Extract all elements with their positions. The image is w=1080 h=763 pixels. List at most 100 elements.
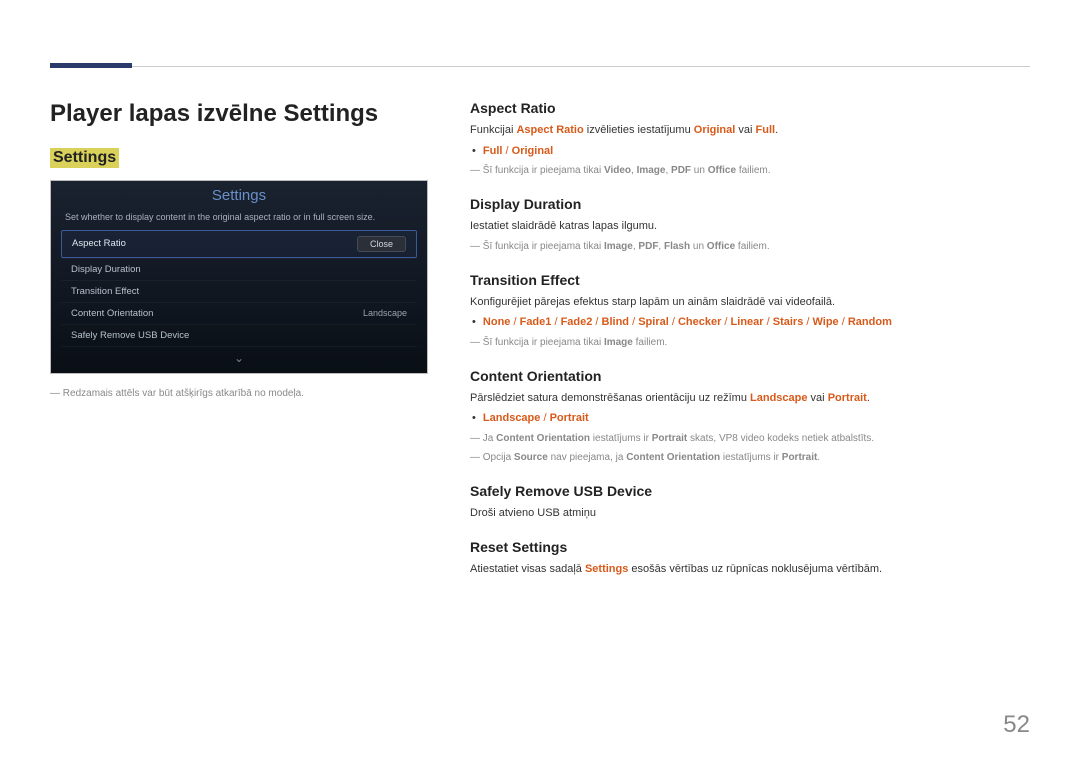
mock-row-label: Display Duration [71,264,141,275]
page-title: Player lapas izvēlne Settings [50,100,430,128]
text: nav pieejama, ja [548,452,626,463]
option-wipe: Wipe [812,316,838,328]
option-spiral: Spiral [638,316,669,328]
option-blind: Blind [602,316,630,328]
separator: / [629,316,638,328]
mock-row-transition-effect: Transition Effect [61,280,417,302]
term-image: Image [604,337,633,348]
term-image: Image [637,165,666,176]
separator: / [551,316,560,328]
content-orientation-description: Pārslēdziet satura demonstrēšanas orient… [470,390,1030,407]
option-full: Full [483,145,503,157]
reset-settings-description: Atiestatiet visas sadaļā Settings esošās… [470,561,1030,578]
text: Šī funkcija ir pieejama tikai [483,337,604,348]
text: . [867,392,870,404]
term-portrait: Portrait [652,433,688,444]
text: iestatījums ir [720,452,782,463]
content-orientation-note-1: Ja Content Orientation iestatījums ir Po… [470,431,1030,446]
text: izvēlieties iestatījumu [584,124,694,136]
mock-row-aspect-ratio: Aspect Ratio Close [61,230,417,258]
section-heading-settings: Settings [50,148,119,168]
mock-row-content-orientation: Content Orientation Landscape [61,302,417,324]
top-accent-bar [50,63,132,68]
term-pdf: PDF [638,241,658,252]
right-column: Aspect Ratio Funkcijai Aspect Ratio izvē… [470,100,1030,596]
term-portrait: Portrait [782,452,818,463]
transition-effect-note: Šī funkcija ir pieejama tikai Image fail… [470,335,1030,350]
transition-effect-description: Konfigurējiet pārejas efektus starp lapā… [470,294,1030,311]
text: iestatījums ir [590,433,652,444]
block-reset-settings: Reset Settings Atiestatiet visas sadaļā … [470,539,1030,578]
text: un [691,165,708,176]
chevron-down-icon: ⌄ [61,346,417,367]
transition-effect-options: None / Fade1 / Fade2 / Blind / Spiral / … [484,314,1030,331]
heading-content-orientation: Content Orientation [470,368,1030,384]
option-checker: Checker [678,316,721,328]
page-body: Player lapas izvēlne Settings Settings S… [50,100,1030,596]
term-video: Video [604,165,631,176]
settings-panel-screenshot: Settings Set whether to display content … [50,180,428,374]
option-fade1: Fade1 [520,316,552,328]
separator: / [502,145,511,157]
left-column: Player lapas izvēlne Settings Settings S… [50,100,430,596]
text: vai [808,392,828,404]
option-landscape: Landscape [483,412,540,424]
term-source: Source [514,452,548,463]
heading-safely-remove-usb: Safely Remove USB Device [470,483,1030,499]
content-orientation-note-2: Opcija Source nav pieejama, ja Content O… [470,450,1030,465]
mock-description: Set whether to display content in the or… [51,208,427,230]
mock-row-label: Transition Effect [71,286,139,297]
text: . [775,124,778,136]
term-aspect-ratio: Aspect Ratio [516,124,583,136]
separator: / [721,316,730,328]
content-orientation-options: Landscape / Portrait [484,410,1030,427]
text: failiem. [735,241,769,252]
mock-row-label: Content Orientation [71,308,153,319]
mock-close-button: Close [357,236,406,252]
block-transition-effect: Transition Effect Konfigurējiet pārejas … [470,272,1030,350]
text: Funkcijai [470,124,516,136]
text: Pārslēdziet satura demonstrēšanas orient… [470,392,750,404]
text: skats, VP8 video kodeks netiek atbalstīt… [687,433,874,444]
option-none: None [483,316,511,328]
separator: / [592,316,601,328]
text: Atiestatiet visas sadaļā [470,563,585,575]
mock-row-label: Safely Remove USB Device [71,330,189,341]
block-content-orientation: Content Orientation Pārslēdziet satura d… [470,368,1030,465]
mock-row-label: Aspect Ratio [72,238,126,249]
term-full: Full [756,124,776,136]
separator: / [764,316,773,328]
term-settings: Settings [585,563,628,575]
block-safely-remove-usb: Safely Remove USB Device Droši atvieno U… [470,483,1030,522]
option-random: Random [848,316,892,328]
heading-reset-settings: Reset Settings [470,539,1030,555]
text: esošās vērtības uz rūpnīcas noklusējuma … [628,563,882,575]
term-landscape: Landscape [750,392,807,404]
text: vai [735,124,755,136]
term-image: Image [604,241,633,252]
image-disclaimer-note: Redzamais attēls var būt atšķirīgs atkar… [50,388,430,399]
option-linear: Linear [731,316,764,328]
mock-title: Settings [51,181,427,208]
heading-transition-effect: Transition Effect [470,272,1030,288]
page-number: 52 [1003,711,1030,739]
separator: / [540,412,549,424]
text: . [817,452,820,463]
separator: / [839,316,848,328]
mock-row-safely-remove-usb: Safely Remove USB Device [61,324,417,346]
text: Šī funkcija ir pieejama tikai [483,165,604,176]
text: failiem. [736,165,770,176]
option-portrait: Portrait [550,412,589,424]
term-office: Office [707,241,735,252]
term-original: Original [694,124,736,136]
heading-aspect-ratio: Aspect Ratio [470,100,1030,116]
mock-row-value: Landscape [363,308,407,318]
mock-row-display-duration: Display Duration [61,258,417,280]
text: failiem. [633,337,667,348]
term-pdf: PDF [671,165,691,176]
term-office: Office [708,165,736,176]
heading-display-duration: Display Duration [470,196,1030,212]
separator: / [510,316,519,328]
block-display-duration: Display Duration Iestatiet slaidrādē kat… [470,196,1030,254]
option-stairs: Stairs [773,316,804,328]
